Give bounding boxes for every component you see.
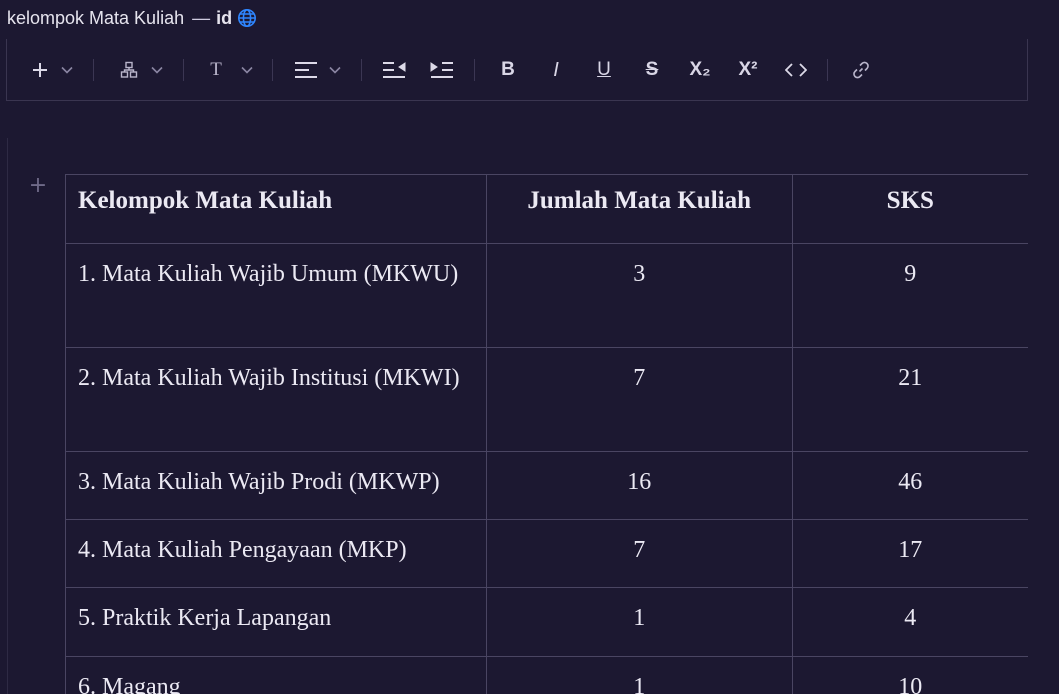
column-header-group[interactable]: Kelompok Mata Kuliah [65, 174, 487, 244]
column-header-count[interactable]: Jumlah Mata Kuliah [485, 174, 793, 244]
code-icon[interactable] [783, 56, 809, 84]
group-cell[interactable]: 5. Praktik Kerja Lapangan [65, 587, 487, 657]
outdent-icon[interactable] [381, 56, 407, 84]
sks-cell[interactable]: 10 [791, 656, 1028, 694]
text-type-icon[interactable]: T [205, 56, 227, 84]
editor-toolbar: T B I U S X₂ X² [6, 39, 1028, 101]
group-cell[interactable]: 1. Mata Kuliah Wajib Umum (MKWU) [65, 243, 487, 348]
bold-icon[interactable]: B [496, 56, 520, 84]
underline-icon[interactable]: U [592, 56, 616, 84]
count-cell[interactable]: 3 [485, 243, 793, 348]
table-row: 3. Mata Kuliah Wajib Prodi (MKWP) 16 46 [65, 451, 1028, 520]
table-header-row: Kelompok Mata Kuliah Jumlah Mata Kuliah … [65, 174, 1028, 244]
sks-cell[interactable]: 17 [791, 519, 1028, 588]
document-name[interactable]: kelompok Mata Kuliah [7, 8, 184, 29]
document-title-bar: kelompok Mata Kuliah — id [7, 6, 257, 30]
table-row: 6. Magang 1 10 [65, 656, 1028, 694]
plus-icon[interactable] [27, 56, 53, 84]
group-cell[interactable]: 3. Mata Kuliah Wajib Prodi (MKWP) [65, 451, 487, 520]
chevron-down-icon[interactable] [239, 56, 255, 84]
superscript-icon[interactable]: X² [733, 56, 763, 84]
globe-icon[interactable] [237, 8, 257, 28]
count-cell[interactable]: 1 [485, 656, 793, 694]
sks-cell[interactable]: 4 [791, 587, 1028, 657]
count-cell[interactable]: 1 [485, 587, 793, 657]
blocks-icon[interactable] [117, 56, 141, 84]
sks-cell[interactable]: 9 [791, 243, 1028, 348]
course-group-table: Kelompok Mata Kuliah Jumlah Mata Kuliah … [65, 174, 1028, 694]
sks-cell[interactable]: 21 [791, 347, 1028, 452]
indent-icon[interactable] [429, 56, 455, 84]
chevron-down-icon[interactable] [149, 56, 165, 84]
group-cell[interactable]: 6. Magang [65, 656, 487, 694]
table-row: 2. Mata Kuliah Wajib Institusi (MKWI) 7 … [65, 347, 1028, 452]
link-icon[interactable] [849, 56, 873, 84]
count-cell[interactable]: 7 [485, 519, 793, 588]
italic-icon[interactable]: I [544, 56, 568, 84]
table-row: 1. Mata Kuliah Wajib Umum (MKWU) 3 9 [65, 243, 1028, 348]
strikethrough-icon[interactable]: S [640, 56, 664, 84]
group-cell[interactable]: 4. Mata Kuliah Pengayaan (MKP) [65, 519, 487, 588]
align-left-icon[interactable] [293, 56, 319, 84]
chevron-down-icon[interactable] [327, 56, 343, 84]
column-header-sks[interactable]: SKS [791, 174, 1028, 244]
title-separator: — [192, 7, 211, 28]
count-cell[interactable]: 7 [485, 347, 793, 452]
language-code[interactable]: id [216, 8, 232, 29]
sks-cell[interactable]: 46 [791, 451, 1028, 520]
group-cell[interactable]: 2. Mata Kuliah Wajib Institusi (MKWI) [65, 347, 487, 452]
chevron-down-icon[interactable] [59, 56, 75, 84]
editor-left-border [7, 138, 8, 694]
subscript-icon[interactable]: X₂ [685, 56, 715, 84]
table-row: 4. Mata Kuliah Pengayaan (MKP) 7 17 [65, 519, 1028, 588]
add-block-plus-icon[interactable]: + [28, 175, 48, 197]
table-row: 5. Praktik Kerja Lapangan 1 4 [65, 587, 1028, 657]
count-cell[interactable]: 16 [485, 451, 793, 520]
